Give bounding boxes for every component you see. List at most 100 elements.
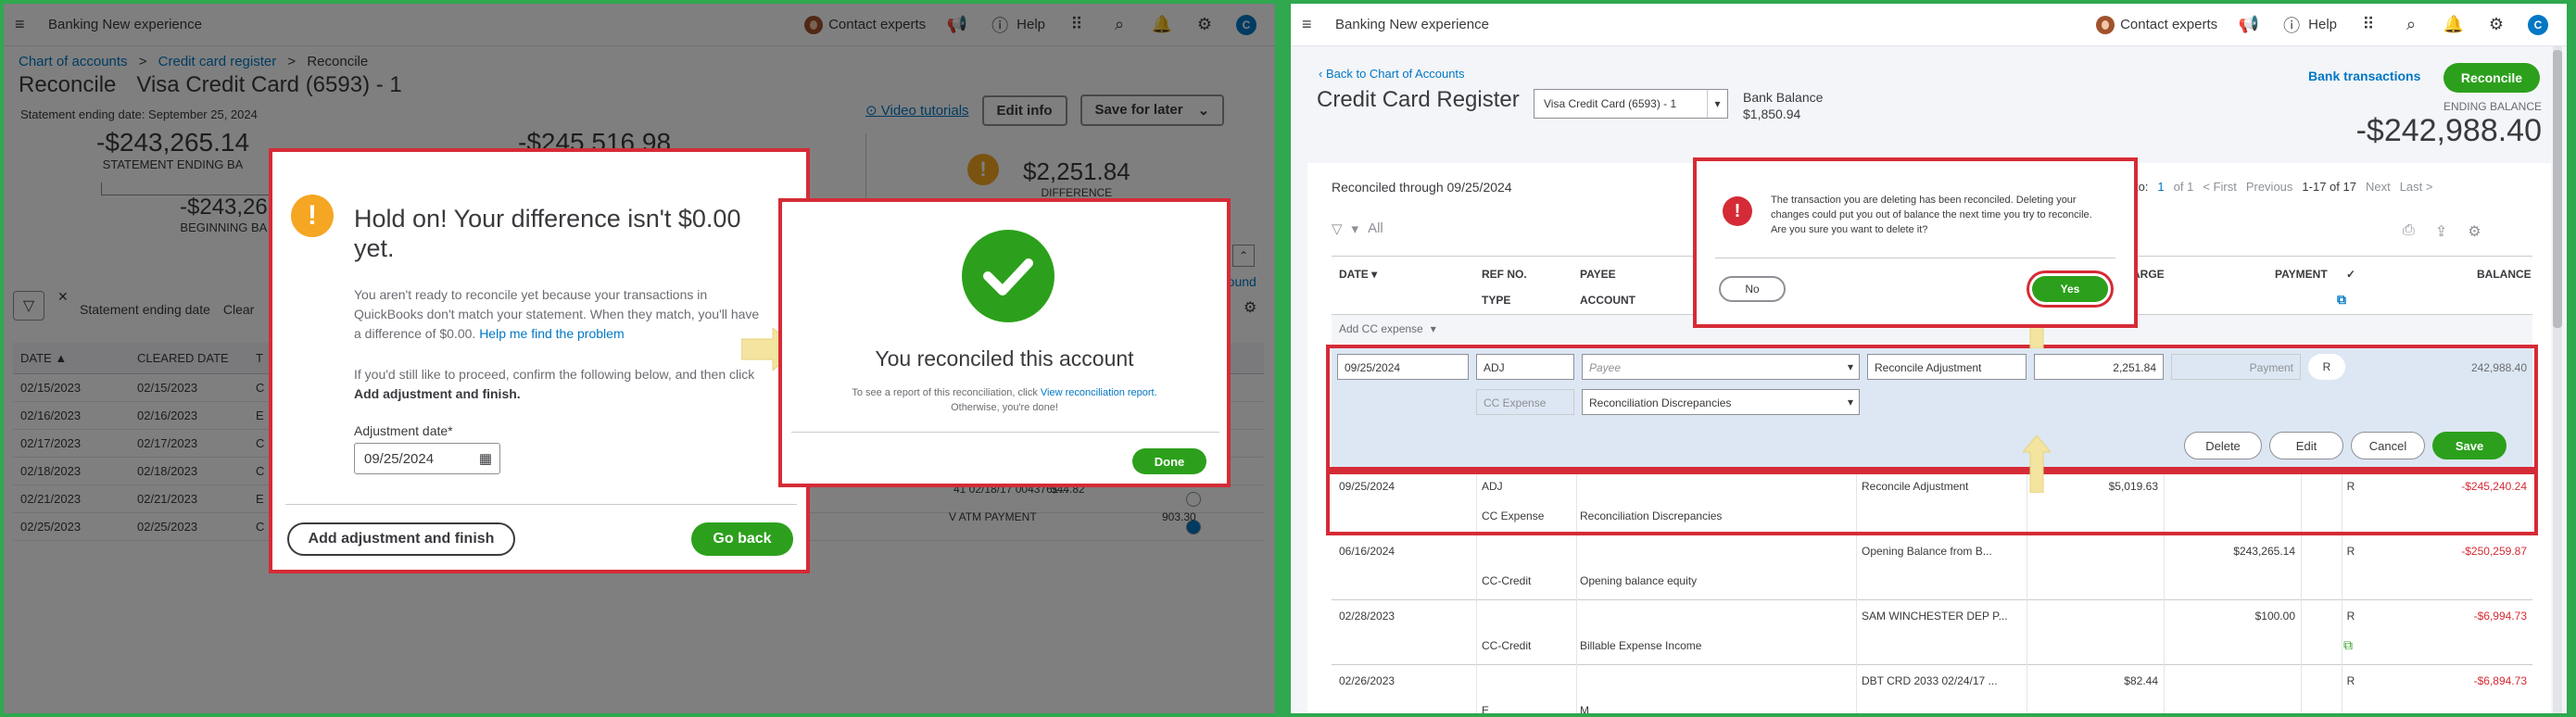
dropdown-arrow-icon[interactable]: ▾ [1707,90,1727,118]
table-tools: ⎙ ⇪ ⚙ [2403,222,2481,241]
register-cell-payment: $100.00 [2254,610,2295,623]
success-line-1: To see a report of this reconciliation, … [852,387,1038,398]
help-find-problem-link[interactable]: Help me find the problem [479,326,624,341]
difference-warning-modal: ! Hold on! Your difference isn't $0.00 y… [269,148,810,573]
adjustment-date-input[interactable]: 09/25/2024 ▦ [354,443,500,474]
highlight-adjustment-row [1326,471,2538,535]
register-cell-account: Billable Expense Income [1580,639,1702,652]
pager-last[interactable]: Last > [2400,180,2433,194]
register-cell-charge: $82.44 [2124,674,2158,687]
register-cell-account: Opening balance equity [1580,574,1698,587]
register-cell-balance: -$6,994.73 [2473,610,2527,623]
pager-first[interactable]: < First [2203,180,2236,194]
account-select[interactable]: Visa Credit Card (6593) - 1 ▾ [1534,89,1728,119]
top-bar: ≡ Banking New experience Contact experts… [1291,4,2567,46]
help-button[interactable]: ⓘ Help [2280,14,2337,36]
go-back-button[interactable]: Go back [691,522,793,556]
col-payment: PAYMENT [2275,268,2328,281]
column-divider [2164,665,2165,713]
bank-balance: Bank Balance $1,850.94 [1743,89,1823,122]
register-row[interactable]: 06/16/2024 Opening Balance from B... $243,… [1332,535,2532,600]
bank-balance-label: Bank Balance [1743,90,1824,105]
column-divider [2164,535,2165,600]
adjustment-date-value: 09/25/2024 [364,450,435,467]
chevron-left-icon: ‹ [1319,67,1326,81]
bank-transactions-link[interactable]: Bank transactions [2308,69,2420,83]
column-divider [1476,535,1477,600]
register-cell-payment: $243,265.14 [2233,545,2295,558]
bell-icon[interactable]: 🔔 [2443,14,2465,36]
col-date[interactable]: DATE ▾ [1339,268,1377,281]
col-balance: BALANCE [2477,268,2532,281]
filter-icon[interactable]: ▽ [1332,220,1343,237]
export-icon[interactable]: ⇪ [2435,222,2447,241]
menu-icon[interactable]: ≡ [1302,15,1326,34]
column-divider [2301,535,2302,600]
view-reconciliation-report-link[interactable]: View reconciliation report. [1041,387,1157,398]
pager-range: 1-17 of 17 [2302,180,2356,194]
yes-button[interactable]: Yes [2032,276,2108,302]
chevron-down-icon[interactable]: ▾ [1431,322,1436,335]
register-cell-memo: DBT CRD 2033 02/24/17 ... [1862,674,1998,687]
pager-page-input[interactable]: 1 [2157,180,2164,194]
gear-icon[interactable]: ⚙ [2485,14,2507,36]
done-button[interactable]: Done [1132,448,1206,474]
left-panel: ≡ Banking New experience Contact experts… [4,4,1275,713]
back-link-label: Back to Chart of Accounts [1325,67,1465,81]
pager-previous[interactable]: Previous [2246,180,2293,194]
column-divider [2301,665,2302,713]
contact-experts-button[interactable]: Contact experts [2096,15,2218,34]
scrollbar[interactable] [2553,46,2562,713]
modal-paragraph-2-text: If you'd still like to proceed, confirm … [354,367,755,382]
calendar-icon[interactable]: ▦ [479,450,492,467]
register-cell-date: 06/16/2024 [1339,545,1395,558]
modal-divider [285,504,797,505]
success-divider [791,432,1219,433]
no-button[interactable]: No [1719,276,1786,302]
column-divider [1476,665,1477,713]
user-avatar[interactable]: C [2528,14,2548,35]
register-cell-status: R [2346,674,2355,687]
scrollbar-thumb[interactable] [2553,50,2562,328]
register-row[interactable]: 02/28/2023 SAM WINCHESTER DEP P... $100.00… [1332,600,2532,665]
megaphone-icon[interactable]: 📢 [2238,14,2260,36]
register-cell-status: R [2346,545,2355,558]
col-ref-no: REF NO. [1482,268,1527,281]
account-select-value: Visa Credit Card (6593) - 1 [1544,97,1677,110]
contact-experts-label: Contact experts [2120,17,2218,32]
column-divider [1476,600,1477,665]
print-icon[interactable]: ⎙ [2403,222,2415,241]
register-row[interactable]: 02/26/2023 DBT CRD 2033 02/24/17 ... $82.4… [1332,665,2532,713]
register-cell-type: CC-Credit [1482,574,1532,587]
col-reconciled: ✓ [2345,268,2356,281]
add-adjustment-and-finish-button[interactable]: Add adjustment and finish [287,522,515,556]
error-icon: ! [1723,196,1752,226]
success-message: To see a report of this reconciliation, … [782,385,1227,415]
register-cell-date: 02/28/2023 [1339,610,1395,623]
modal-heading: Hold on! Your difference isn't $0.00 yet… [354,205,741,262]
company-name: Banking New experience [1335,17,1489,32]
filter-all-label[interactable]: All [1368,220,1383,237]
gear-icon[interactable]: ⚙ [2468,222,2481,241]
register-cell-balance: -$250,259.87 [2461,545,2527,558]
success-line-2: Otherwise, you're done! [951,402,1058,413]
column-divider [2301,600,2302,665]
apps-grid-icon[interactable]: ⠿ [2357,14,2380,36]
reconcile-button[interactable]: Reconcile [2443,63,2540,93]
attachment-icon[interactable]: ⧉ [2343,637,2353,653]
search-icon[interactable]: ⌕ [2400,14,2422,36]
chevron-down-icon[interactable]: ▾ [1352,220,1359,237]
modal-body: You aren't ready to reconcile yet becaus… [354,285,762,344]
back-link[interactable]: ‹ Back to Chart of Accounts [1319,67,1465,81]
copy-icon[interactable]: ⧉ [2337,292,2346,308]
col-account: ACCOUNT [1580,294,1635,307]
register-cell-date: 02/26/2023 [1339,674,1395,687]
column-divider [1576,665,1577,713]
register-cell-memo: Opening Balance from B... [1862,545,1992,558]
register-cell-status: R [2346,610,2355,623]
column-divider [1856,600,1857,665]
ending-balance-value: -$242,988.40 [2355,113,2542,148]
col-type: TYPE [1482,294,1511,307]
pager-next[interactable]: Next [2366,180,2391,194]
bank-transactions-label: Bank transactions [2308,69,2421,83]
